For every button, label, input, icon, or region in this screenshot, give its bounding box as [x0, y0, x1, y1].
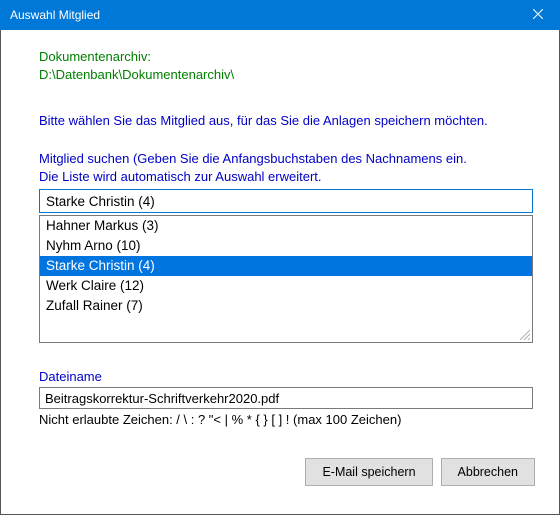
- archive-label: Dokumentenarchiv:: [39, 48, 527, 66]
- resize-grip-icon[interactable]: [518, 328, 530, 340]
- archive-path: D:\Datenbank\Dokumentenarchiv\: [39, 66, 527, 84]
- filename-input[interactable]: [39, 387, 533, 409]
- titlebar: Auswahl Mitglied: [0, 0, 560, 30]
- member-listbox[interactable]: Hahner Markus (3)Nyhm Arno (10)Starke Ch…: [39, 215, 533, 343]
- search-instruction-line1: Mitglied suchen (Geben Sie die Anfangsbu…: [39, 150, 527, 168]
- list-item[interactable]: Starke Christin (4): [40, 256, 532, 276]
- dialog-body: Dokumentenarchiv: D:\Datenbank\Dokumente…: [0, 30, 560, 515]
- list-item[interactable]: Werk Claire (12): [40, 276, 532, 296]
- list-item[interactable]: Hahner Markus (3): [40, 216, 532, 236]
- cancel-button[interactable]: Abbrechen: [441, 458, 535, 486]
- list-item[interactable]: Nyhm Arno (10): [40, 236, 532, 256]
- member-search-input[interactable]: [39, 189, 533, 213]
- filename-label: Dateiname: [39, 369, 527, 384]
- filename-hint: Nicht erlaubte Zeichen: / \ : ? "< | % *…: [39, 412, 527, 427]
- instruction-text: Bitte wählen Sie das Mitglied aus, für d…: [39, 113, 527, 128]
- window-title: Auswahl Mitglied: [10, 8, 100, 22]
- close-button[interactable]: [515, 0, 560, 30]
- archive-block: Dokumentenarchiv: D:\Datenbank\Dokumente…: [39, 48, 527, 83]
- search-instruction-line2: Die Liste wird automatisch zur Auswahl e…: [39, 168, 527, 186]
- close-icon: [533, 8, 543, 22]
- save-email-button[interactable]: E-Mail speichern: [305, 458, 432, 486]
- list-item[interactable]: Zufall Rainer (7): [40, 296, 532, 316]
- button-bar: E-Mail speichern Abbrechen: [305, 458, 535, 486]
- search-instruction: Mitglied suchen (Geben Sie die Anfangsbu…: [39, 150, 527, 185]
